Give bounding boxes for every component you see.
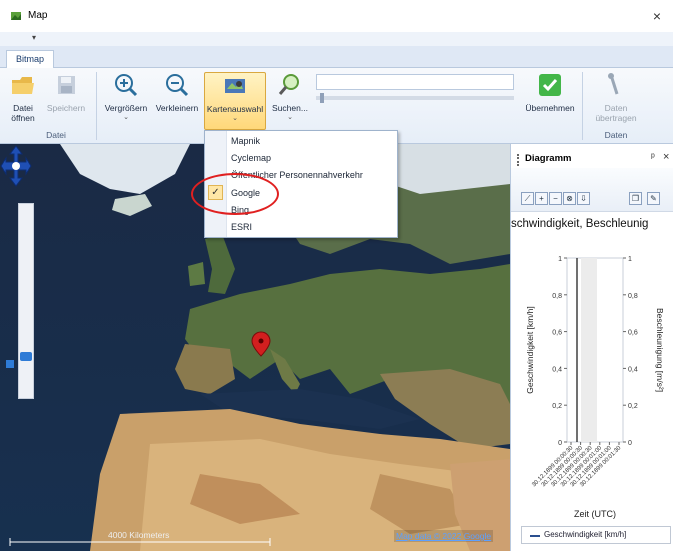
zoom-in-dropdown-icon: ⌄ <box>123 114 129 121</box>
zoom-out-label: Verkleinern <box>155 103 199 113</box>
tab-bitmap[interactable]: Bitmap <box>6 50 54 68</box>
zoom-slider[interactable] <box>18 203 34 399</box>
y-tick-label: 0 <box>558 440 562 447</box>
menu-item-cyclemap[interactable]: Cyclemap <box>231 150 271 166</box>
zoom-reset-icon[interactable]: ⊗ <box>563 192 576 205</box>
chart-legend: Geschwindigkeit [km/h] <box>521 526 671 544</box>
map-selection-button[interactable]: Kartenauswahl ⌄ <box>204 72 266 130</box>
menu-item-esri[interactable]: ESRI <box>231 219 252 235</box>
search-button[interactable]: Suchen... ⌄ <box>268 72 312 123</box>
y2-tick-label: 0,2 <box>628 403 638 410</box>
save-label: Speichern <box>46 103 86 113</box>
y-tick-label: 0,6 <box>552 330 562 337</box>
y-tick-label: 0,4 <box>552 366 562 373</box>
open-file-button[interactable]: Datei öffnen <box>4 72 42 123</box>
apply-button[interactable]: Übernehmen <box>520 72 580 113</box>
pin-icon[interactable]: ᵖ <box>651 152 655 163</box>
highlight-annotation <box>191 173 279 215</box>
panel-close-button[interactable]: × <box>663 151 669 163</box>
slider-track[interactable] <box>316 96 514 100</box>
y2-tick-label: 0 <box>628 440 632 447</box>
save-button[interactable]: Speichern <box>44 72 88 113</box>
y-tick-label: 0,8 <box>552 293 562 300</box>
zoom-out-button[interactable]: Verkleinern <box>152 72 202 113</box>
zoom-in-icon[interactable]: + <box>535 192 548 205</box>
y2-tick-label: 0,6 <box>628 330 638 337</box>
map-selection-label: Kartenauswahl <box>206 104 264 114</box>
map-attribution-link[interactable]: Map data © 2022 Google <box>394 530 494 542</box>
apply-label: Übernehmen <box>525 103 575 113</box>
y2-axis-label: Beschleunigung [m/s²] <box>655 308 665 392</box>
diagram-chart[interactable]: 0 0 0,2 0,2 0,4 0,4 0,6 0,6 0,8 0,8 1 1 Geschwindigk… <box>511 212 673 551</box>
legend-swatch <box>530 535 540 537</box>
x-axis-label: Zeit (UTC) <box>574 509 616 519</box>
transfer-data-label: Daten übertragen <box>595 103 637 123</box>
transfer-data-button[interactable]: Daten übertragen <box>588 72 644 123</box>
diagram-panel: Diagramm ᵖ × ⟋ + − ⊗ ⇩ ❐ ✎ schwindigkeit… <box>510 144 673 551</box>
open-file-label: Datei öffnen <box>11 103 35 123</box>
y2-tick-label: 1 <box>628 256 632 263</box>
search-icon <box>278 74 299 95</box>
search-dropdown-icon: ⌄ <box>287 114 293 121</box>
diagram-toolbar: ⟋ + − ⊗ ⇩ ❐ ✎ <box>511 168 673 212</box>
legend-label: Geschwindigkeit [km/h] <box>544 530 627 539</box>
close-button[interactable]: × <box>647 6 667 26</box>
group-separator <box>96 72 97 140</box>
slider-thumb[interactable] <box>320 93 324 103</box>
map-window: Map × ▾ Bitmap Datei öffnen Speichern Ve… <box>0 0 673 551</box>
map-selection-icon <box>225 79 245 93</box>
folder-icon <box>12 77 34 94</box>
settings-icon[interactable]: ✎ <box>647 192 660 205</box>
y-tick-label: 1 <box>558 256 562 263</box>
zoom-slider-handle[interactable] <box>20 352 32 361</box>
zoom-out-icon <box>166 74 189 97</box>
panel-title: Diagramm <box>525 153 572 164</box>
search-field[interactable] <box>316 74 514 90</box>
grip-icon[interactable] <box>517 154 519 166</box>
title-bar: Map × <box>0 0 673 32</box>
scale-label: 4000 Kilometers <box>108 530 170 540</box>
map-selection-dropdown-icon: ⌄ <box>232 115 238 122</box>
line-tool-icon[interactable]: ⟋ <box>521 192 534 205</box>
copy-icon[interactable]: ❐ <box>629 192 642 205</box>
save-icon <box>58 76 75 94</box>
quick-access-dropdown-icon[interactable]: ▾ <box>32 33 36 42</box>
group-label-datei: Datei <box>46 130 66 140</box>
window-title: Map <box>28 10 48 21</box>
zoom-in-label: Vergrößern <box>104 103 148 113</box>
y-axis-label: Geschwindigkeit [km/h] <box>525 306 535 393</box>
search-label: Suchen... <box>272 103 308 113</box>
quick-access-toolbar: ▾ <box>0 32 673 46</box>
zoom-level-marker <box>6 360 14 368</box>
menu-item-mapnik[interactable]: Mapnik <box>231 133 260 149</box>
transfer-icon <box>608 73 619 95</box>
zoom-in-icon <box>115 74 138 97</box>
panel-header: Diagramm ᵖ × <box>511 148 673 168</box>
checkmark-icon <box>539 74 561 96</box>
zoom-in-button[interactable]: Vergrößern ⌄ <box>100 72 152 123</box>
y-tick-label: 0,2 <box>552 403 562 410</box>
plot-band <box>581 258 597 442</box>
zoom-out-icon[interactable]: − <box>549 192 562 205</box>
pan-control-icon[interactable] <box>0 144 32 188</box>
y2-tick-label: 0,8 <box>628 293 638 300</box>
group-label-daten: Daten <box>604 130 628 140</box>
y2-tick-label: 0,4 <box>628 366 638 373</box>
app-icon <box>11 12 21 20</box>
export-icon[interactable]: ⇩ <box>577 192 590 205</box>
ribbon-tab-bar: Bitmap <box>0 46 673 68</box>
group-separator <box>582 72 583 140</box>
